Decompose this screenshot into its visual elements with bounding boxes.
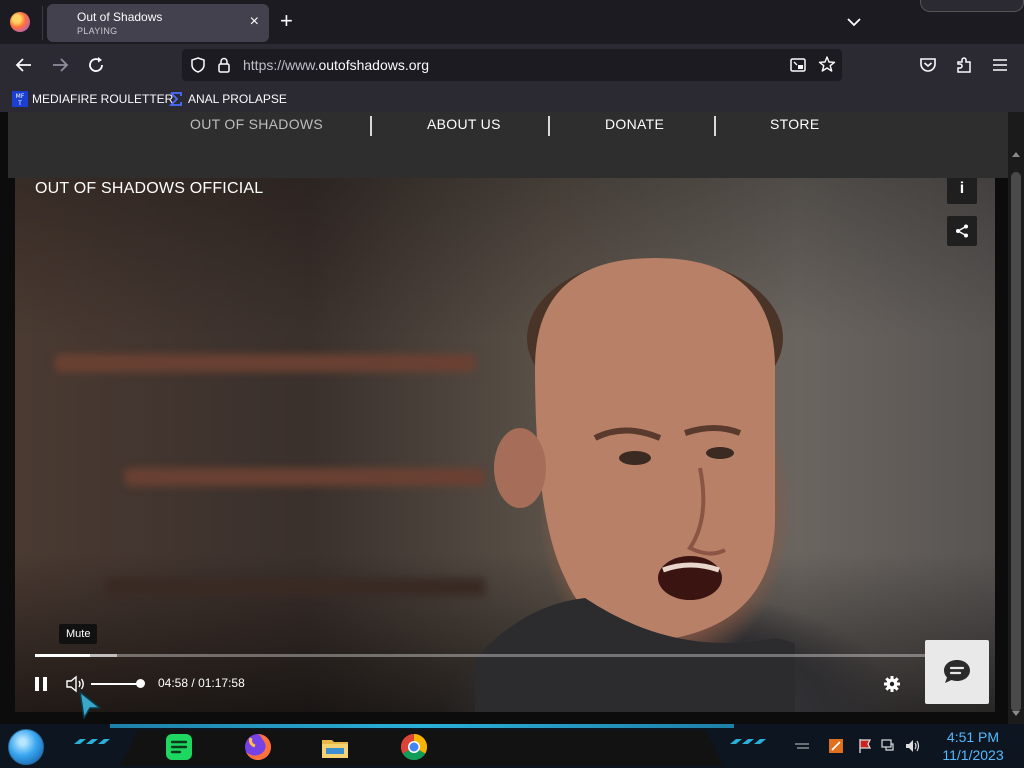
clock-time: 4:51 PM	[946, 729, 1000, 745]
nav-divider	[714, 116, 716, 136]
site-navigation: OUT OF SHADOWS ABOUT US DONATE STORE	[8, 112, 1008, 178]
duration: 01:17:58	[198, 676, 245, 690]
time-separator: /	[191, 676, 195, 690]
time-display: 04:58 / 01:17:58	[158, 676, 245, 690]
nav-divider	[370, 116, 372, 136]
bookmark-anal-prolapse[interactable]: ANAL PROLAPSE	[168, 90, 287, 108]
nav-link-donate[interactable]: DONATE	[605, 116, 664, 132]
forward-arrow-icon[interactable]	[49, 54, 71, 76]
web-page: OUT OF SHADOWS ABOUT US DONATE STORE OUT…	[0, 112, 1024, 724]
tracking-protection-shield-icon[interactable]	[189, 56, 207, 74]
mute-tooltip: Mute	[59, 624, 98, 644]
system-clock[interactable]: 4:51 PM 11/1/2023	[926, 728, 1020, 764]
clock-date: 11/1/2023	[942, 747, 1004, 763]
nav-link-about-us[interactable]: ABOUT US	[427, 116, 501, 132]
scroll-down-arrow-icon[interactable]	[1011, 708, 1021, 718]
video-frame-speaker	[475, 258, 795, 712]
video-info-button[interactable]: i	[947, 178, 977, 204]
theme-decoration	[920, 0, 1024, 12]
action-center-flag-icon[interactable]	[857, 738, 873, 754]
settings-gear-icon[interactable]	[883, 675, 901, 693]
video-title[interactable]: OUT OF SHADOWS OFFICIAL	[35, 180, 263, 198]
volume-slider-knob[interactable]	[136, 679, 145, 688]
chat-widget-button[interactable]	[925, 640, 989, 704]
mediafire-icon: MF T	[12, 91, 28, 107]
lock-icon[interactable]	[216, 56, 232, 74]
current-time: 04:58	[158, 676, 189, 690]
tab-playing-status: PLAYING	[77, 26, 118, 36]
new-tab-button[interactable]: +	[280, 10, 293, 32]
hamburger-menu-icon[interactable]	[989, 54, 1011, 76]
background-shelf	[105, 578, 485, 596]
pocket-icon[interactable]	[917, 54, 939, 76]
video-share-button[interactable]	[947, 216, 977, 246]
background-shelf	[55, 354, 475, 372]
taskbar-accent-band	[110, 724, 734, 728]
reload-icon[interactable]	[85, 54, 107, 76]
svg-text:T: T	[17, 100, 22, 107]
notes-app-icon[interactable]	[164, 732, 194, 762]
taskbar: 4:51 PM 11/1/2023	[0, 724, 1024, 768]
bookmark-mediafire-rouletter[interactable]: MF T MEDIAFIRE ROULETTER	[12, 90, 173, 108]
video-controls: 04:58 / 01:17:58	[15, 668, 995, 700]
url-prefix: https://www.	[243, 57, 319, 73]
tray-app-icon[interactable]	[828, 738, 844, 754]
browser-tab-bar: Out of Shadows PLAYING × +	[0, 0, 1024, 44]
nav-link-out-of-shadows[interactable]: OUT OF SHADOWS	[190, 116, 323, 132]
chat-bubble-icon	[944, 660, 970, 683]
video-player[interactable]: OUT OF SHADOWS OFFICIAL i Mute 04:58 / 0…	[15, 178, 995, 712]
firefox-menu-icon[interactable]	[10, 12, 30, 32]
address-bar[interactable]: https://www.outofshadows.org	[182, 49, 842, 81]
url-text[interactable]: https://www.outofshadows.org	[243, 57, 429, 73]
scroll-up-arrow-icon[interactable]	[1011, 150, 1021, 160]
url-domain: outofshadows.org	[318, 57, 429, 73]
navigation-toolbar: https://www.outofshadows.org	[0, 44, 1024, 86]
volume-tray-icon[interactable]	[905, 738, 921, 754]
volume-slider[interactable]	[91, 683, 141, 685]
firefox-taskbar-icon[interactable]	[243, 732, 273, 762]
scrollbar-thumb[interactable]	[1011, 172, 1021, 712]
pause-icon[interactable]	[33, 675, 49, 693]
file-explorer-icon[interactable]	[320, 732, 350, 762]
chrome-taskbar-icon[interactable]	[399, 732, 429, 762]
picture-in-picture-icon[interactable]	[789, 56, 807, 74]
start-button[interactable]	[8, 729, 44, 765]
browser-tab-active[interactable]: Out of Shadows PLAYING ×	[47, 4, 269, 42]
progress-played	[35, 654, 91, 657]
video-progress-bar[interactable]	[35, 654, 925, 657]
tab-close-icon[interactable]: ×	[250, 14, 259, 30]
svg-text:MF: MF	[16, 93, 25, 100]
bookmark-label: ANAL PROLAPSE	[188, 92, 287, 106]
network-icon[interactable]	[881, 738, 897, 754]
tab-title: Out of Shadows	[77, 10, 163, 24]
sigma-icon	[168, 92, 182, 106]
bookmark-label: MEDIAFIRE ROULETTER	[32, 92, 174, 106]
decorative-chevrons-icon	[730, 739, 766, 744]
bookmarks-toolbar: MF T MEDIAFIRE ROULETTER ANAL PROLAPSE	[0, 86, 1024, 112]
tab-separator	[42, 6, 43, 40]
show-desktop-icon[interactable]	[794, 738, 810, 754]
share-icon	[956, 224, 968, 238]
extensions-puzzle-icon[interactable]	[953, 54, 975, 76]
nav-divider	[548, 116, 550, 136]
background-shelf	[125, 468, 485, 486]
mouse-cursor-icon	[79, 691, 101, 719]
list-all-tabs-chevron-icon[interactable]	[844, 12, 864, 32]
bookmark-star-icon[interactable]	[818, 55, 836, 73]
back-arrow-icon[interactable]	[13, 54, 35, 76]
decorative-chevrons-icon	[74, 739, 110, 744]
nav-link-store[interactable]: STORE	[770, 116, 819, 132]
